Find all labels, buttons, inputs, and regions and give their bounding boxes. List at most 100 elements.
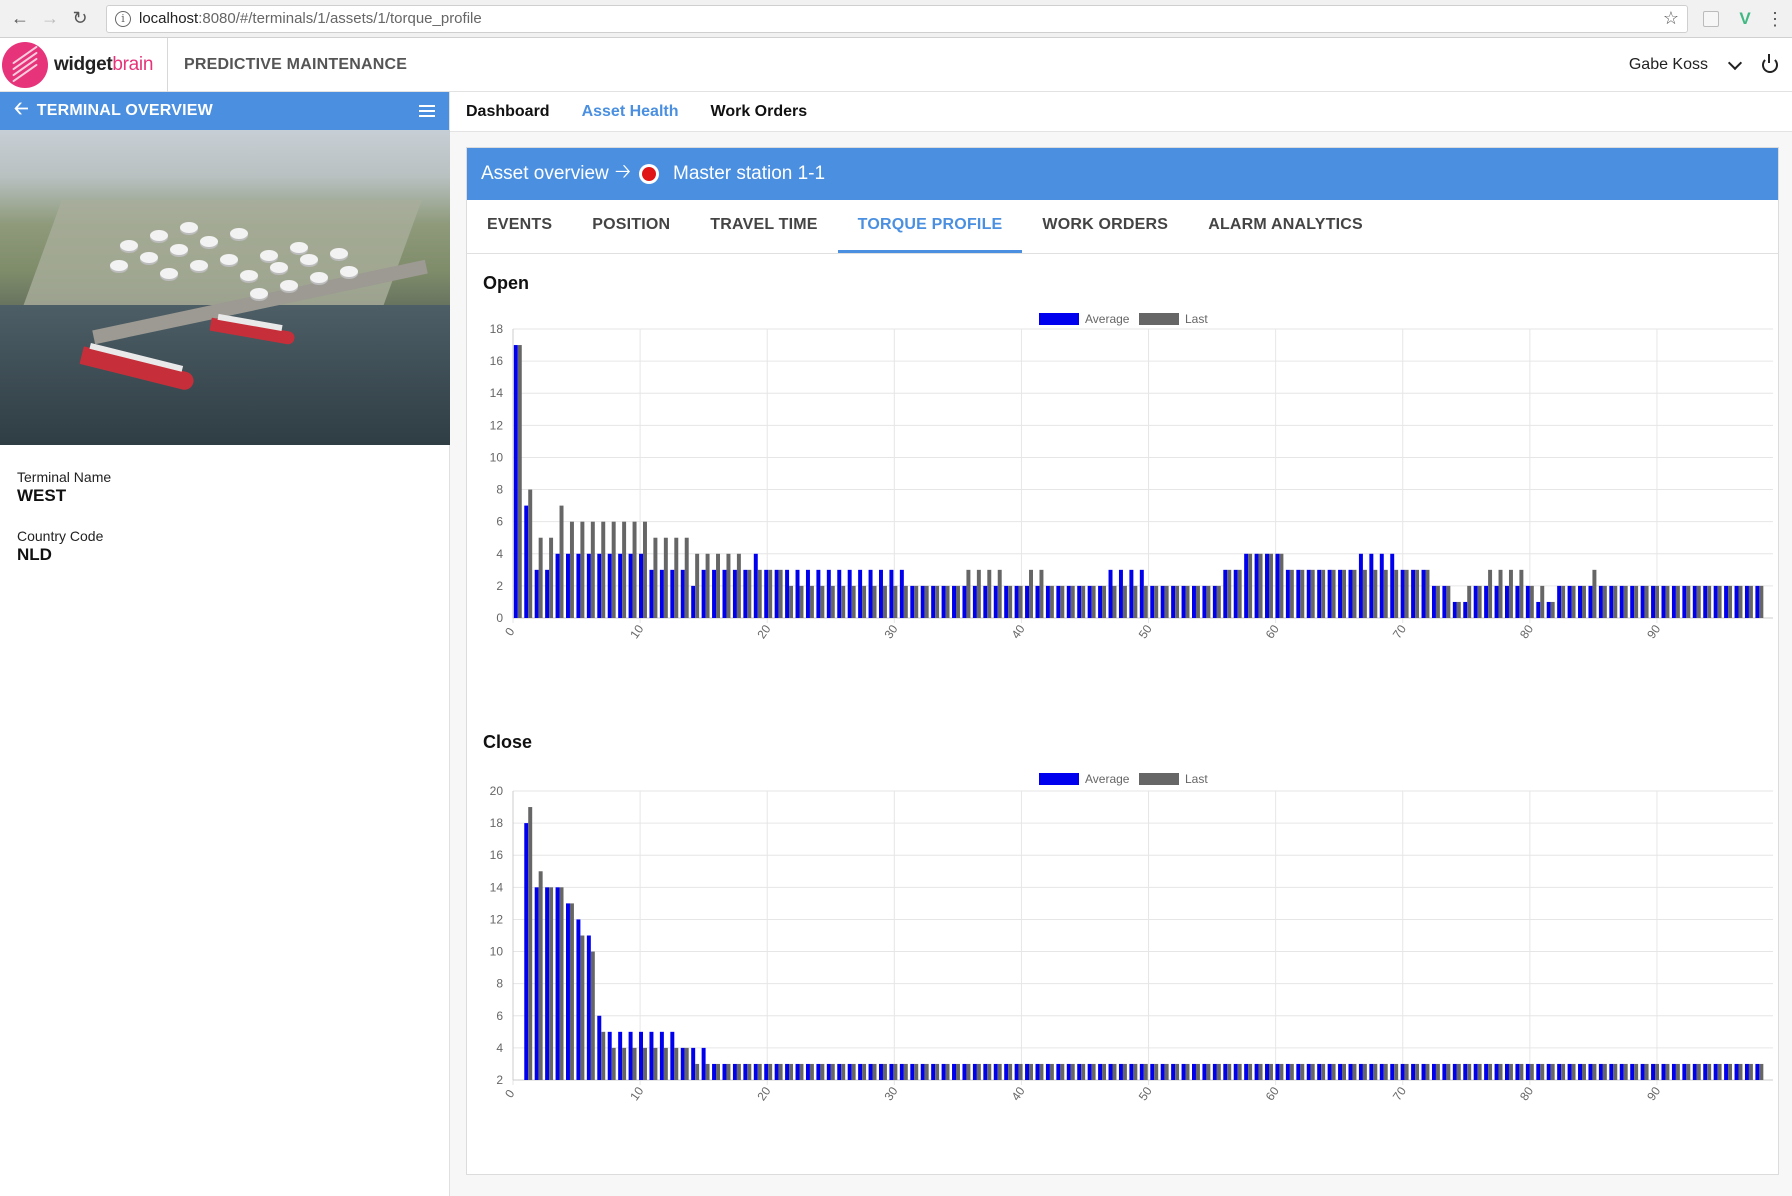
bar-average	[1630, 1063, 1635, 1080]
address-bar[interactable]: i localhost:8080/#/terminals/1/assets/1/…	[106, 4, 1688, 33]
bar-last	[1102, 1063, 1107, 1080]
bar-last	[1091, 1063, 1096, 1080]
bar-average	[1755, 585, 1760, 618]
bar-average	[1202, 585, 1207, 618]
bar-average	[1296, 569, 1301, 618]
bar-last	[1508, 1063, 1513, 1080]
bar-last	[559, 505, 564, 618]
chevron-down-icon[interactable]	[1727, 55, 1743, 70]
bar-last	[1143, 585, 1148, 618]
bar-average	[1390, 1063, 1395, 1080]
bar-last	[632, 521, 637, 618]
bar-average	[1744, 585, 1749, 618]
power-icon[interactable]	[1762, 54, 1778, 73]
bar-last	[1488, 569, 1493, 618]
bar-last	[1488, 1063, 1493, 1080]
info-icon[interactable]: i	[115, 10, 131, 27]
bar-average	[1536, 1063, 1541, 1080]
bar-last	[841, 585, 846, 618]
widgetbrain-logo[interactable]: widgetbrain	[0, 37, 168, 92]
reload-icon[interactable]: ↻	[68, 7, 92, 31]
browser-menu-icon[interactable]: ⋮	[1766, 10, 1784, 28]
bar-average	[1671, 585, 1676, 618]
bar-average	[1192, 585, 1196, 618]
bar-average	[670, 1031, 675, 1080]
bar-last	[1613, 585, 1618, 618]
bar-last	[1216, 1063, 1221, 1080]
bar-last	[820, 585, 825, 618]
vue-devtools-icon[interactable]: V	[1734, 8, 1756, 30]
subtab-work-orders[interactable]: WORK ORDERS	[1022, 200, 1188, 253]
bar-last	[642, 521, 647, 618]
bar-last	[1446, 585, 1451, 618]
bar-last	[1519, 569, 1524, 618]
bar-average	[1651, 1063, 1656, 1080]
bar-last	[1623, 1063, 1628, 1080]
extension-puzzle-icon[interactable]	[1700, 8, 1722, 30]
bar-average	[816, 569, 821, 618]
bar-last	[1289, 569, 1294, 618]
tab-work-orders[interactable]: Work Orders	[711, 103, 808, 121]
bookmark-star-icon[interactable]: ☆	[1663, 8, 1679, 29]
bar-average	[1327, 569, 1332, 618]
bar-last	[1581, 585, 1586, 618]
bar-average	[826, 1063, 831, 1080]
bar-last	[1029, 1063, 1033, 1080]
y-tick-label: 6	[496, 1009, 503, 1023]
bar-last	[1331, 1063, 1336, 1080]
bar-average	[1066, 1063, 1071, 1080]
bar-average	[1004, 585, 1009, 618]
back-icon[interactable]: ←	[8, 7, 32, 31]
bar-average	[555, 553, 560, 618]
bar-last	[1456, 601, 1461, 618]
user-name[interactable]: Gabe Koss	[1629, 56, 1708, 74]
forward-icon[interactable]: →	[38, 7, 62, 31]
asset-overview-link[interactable]: Asset overview	[481, 163, 609, 185]
bar-last	[820, 1063, 825, 1080]
subtab-events[interactable]: EVENTS	[467, 200, 572, 253]
bar-last	[924, 585, 929, 618]
bar-last	[1508, 569, 1513, 618]
bar-average	[1285, 569, 1290, 618]
open-chart-title: Open	[483, 273, 530, 293]
back-arrow-icon[interactable]: 🡠	[14, 96, 29, 126]
bar-last	[1456, 1063, 1461, 1080]
subtab-travel-time[interactable]: TRAVEL TIME	[690, 200, 837, 253]
bar-average	[576, 919, 581, 1080]
bar-last	[882, 1063, 887, 1080]
tab-dashboard[interactable]: Dashboard	[466, 103, 550, 121]
bar-average	[1661, 1063, 1666, 1080]
bar-average	[1338, 569, 1343, 618]
bar-last	[1008, 1063, 1013, 1080]
bar-last	[1696, 1063, 1701, 1080]
bar-average	[1306, 1063, 1311, 1080]
bar-last	[1655, 585, 1659, 618]
bar-average	[1588, 585, 1593, 618]
subtab-position[interactable]: POSITION	[572, 200, 690, 253]
subtab-alarm-analytics[interactable]: ALARM ANALYTICS	[1188, 200, 1383, 253]
bar-average	[1515, 1063, 1520, 1080]
x-tick-label: 10	[627, 1084, 646, 1103]
bar-average	[1452, 601, 1457, 618]
bar-average	[920, 1063, 925, 1080]
bar-average	[1108, 1063, 1113, 1080]
bar-last	[768, 1063, 773, 1080]
bar-last	[1394, 1063, 1399, 1080]
bar-average	[722, 1063, 727, 1080]
bar-last	[1748, 585, 1753, 618]
bar-average	[858, 1063, 863, 1080]
bar-last	[653, 1047, 658, 1080]
bar-average	[1442, 1063, 1447, 1080]
subtab-torque-profile[interactable]: TORQUE PROFILE	[837, 200, 1023, 253]
hamburger-menu-icon[interactable]	[419, 105, 435, 117]
bar-last	[955, 1063, 960, 1080]
tab-asset-health[interactable]: Asset Health	[582, 103, 679, 121]
bar-last	[695, 553, 700, 618]
bar-last	[1060, 1063, 1065, 1080]
bar-last	[987, 569, 992, 618]
bar-average	[1505, 1063, 1509, 1080]
bar-average	[941, 585, 946, 618]
bar-last	[1195, 1063, 1200, 1080]
bar-average	[1327, 1063, 1332, 1080]
bar-last	[1081, 1063, 1086, 1080]
